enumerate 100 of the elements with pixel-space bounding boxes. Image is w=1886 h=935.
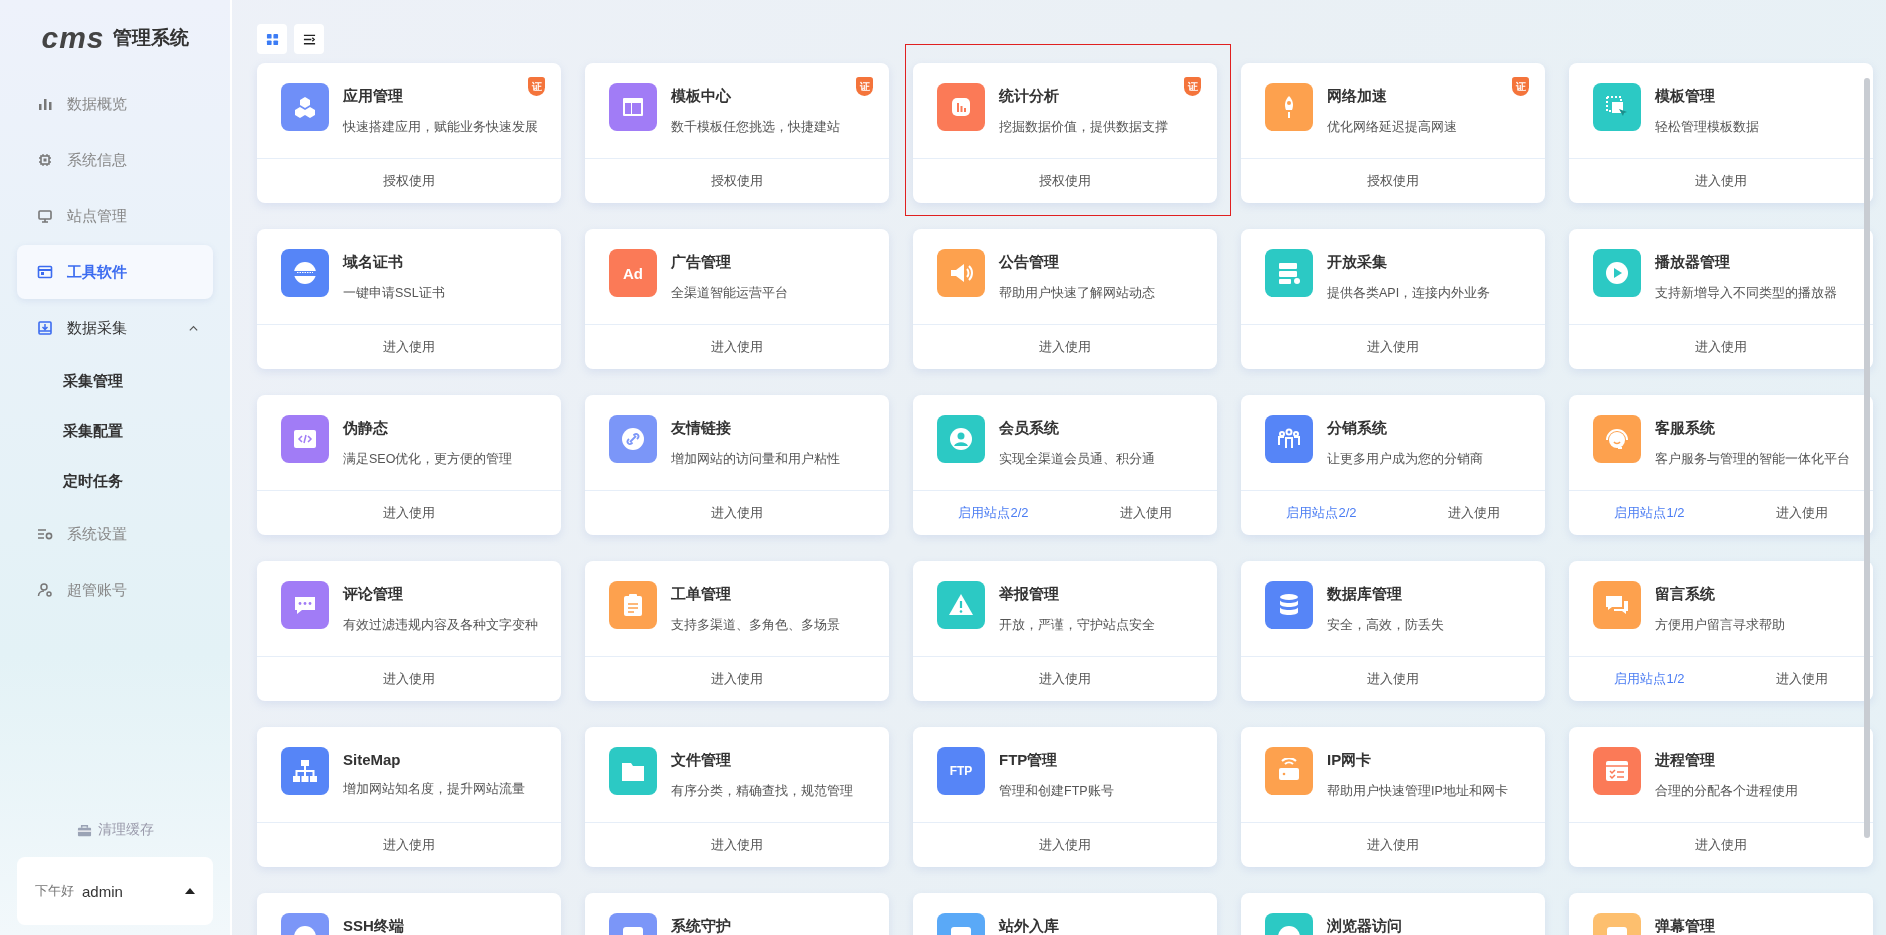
- card-title: 留言系统: [1655, 585, 1716, 604]
- use-link[interactable]: 进入使用: [1447, 504, 1500, 522]
- nav-subitem[interactable]: 定时任务: [17, 456, 213, 506]
- card-title: 统计分析: [999, 87, 1060, 106]
- use-link[interactable]: 进入使用: [711, 504, 763, 522]
- user-icon: [948, 426, 974, 452]
- card-title: 站外入库: [999, 917, 1059, 935]
- card-description: 帮助用户快速管理IP地址和网卡: [1327, 783, 1508, 800]
- scrollbar[interactable]: [1864, 78, 1870, 838]
- certified-badge: 证: [1184, 77, 1201, 96]
- grid-view-button[interactable]: [257, 24, 287, 54]
- nav-subitem[interactable]: 采集管理: [17, 356, 213, 406]
- card-description: 支持新增导入不同类型的播放器: [1655, 285, 1837, 302]
- use-link[interactable]: 进入使用: [1039, 670, 1091, 688]
- card-description: 快速搭建应用，赋能业务快速发展: [343, 119, 538, 136]
- card-description: 增加网站知名度，提升网站流量: [343, 781, 525, 798]
- card-title: 评论管理: [343, 585, 404, 604]
- toolbox-icon: [76, 822, 92, 838]
- use-link[interactable]: 进入使用: [1039, 836, 1091, 854]
- enabled-sites-link[interactable]: 启用站点2/2: [958, 504, 1029, 522]
- card-title: 系统守护: [671, 917, 731, 935]
- list-icon: [302, 32, 316, 46]
- greeting: 下午好: [35, 882, 74, 900]
- card-description: 帮助用户快速了解网站动态: [999, 285, 1155, 302]
- logo: cms: [41, 23, 105, 53]
- use-link[interactable]: 进入使用: [1367, 670, 1419, 688]
- nav-item[interactable]: 数据采集: [17, 300, 213, 356]
- card-title: 进程管理: [1655, 751, 1716, 770]
- use-link[interactable]: 授权使用: [383, 172, 435, 190]
- card-title: 数据库管理: [1327, 585, 1403, 604]
- use-link[interactable]: 进入使用: [1695, 836, 1747, 854]
- card-title: 播放器管理: [1655, 253, 1731, 272]
- use-link[interactable]: 进入使用: [1775, 670, 1828, 688]
- enabled-sites-link[interactable]: 启用站点1/2: [1614, 670, 1685, 688]
- download-box-icon: [37, 320, 53, 336]
- use-link[interactable]: 进入使用: [1039, 338, 1091, 356]
- card-title: SiteMap: [343, 751, 402, 768]
- app-icon: FTP: [937, 747, 985, 795]
- card-title: 分销系统: [1327, 419, 1388, 438]
- card-description: 合理的分配各个进程使用: [1655, 783, 1798, 800]
- list-view-button[interactable]: [294, 24, 324, 54]
- bar-chart-icon: [37, 96, 53, 112]
- card-title: 友情链接: [671, 419, 732, 438]
- certified-badge: 证: [528, 77, 545, 96]
- use-link[interactable]: 进入使用: [383, 670, 435, 688]
- use-link[interactable]: 进入使用: [711, 670, 763, 688]
- user-settings-icon: [37, 582, 53, 598]
- card-description: 全渠道智能运营平台: [671, 285, 788, 302]
- card-title: 工单管理: [671, 585, 732, 604]
- headset-icon: [1604, 426, 1630, 452]
- card-description: 有效过滤违规内容及各种文字变种: [343, 617, 538, 634]
- card-title: 举报管理: [999, 585, 1060, 604]
- use-link[interactable]: 进入使用: [1695, 338, 1747, 356]
- settings-icon: [37, 526, 53, 542]
- card-title: 模板管理: [1655, 87, 1716, 106]
- card-title: 伪静态: [343, 419, 389, 438]
- use-link[interactable]: 授权使用: [1039, 172, 1091, 190]
- enabled-sites-link[interactable]: 启用站点1/2: [1614, 504, 1685, 522]
- card-title: 文件管理: [671, 751, 732, 770]
- use-link[interactable]: 进入使用: [711, 338, 763, 356]
- window-icon: [37, 264, 53, 280]
- use-link[interactable]: 进入使用: [383, 504, 435, 522]
- use-link[interactable]: 进入使用: [383, 836, 435, 854]
- card-description: 安全，高效，防丢失: [1327, 617, 1444, 634]
- use-link[interactable]: 进入使用: [1695, 172, 1747, 190]
- card-title: 开放采集: [1327, 253, 1388, 272]
- card-title: 公告管理: [999, 253, 1060, 272]
- use-link[interactable]: 进入使用: [1367, 338, 1419, 356]
- use-link[interactable]: 授权使用: [1367, 172, 1419, 190]
- card-description: 实现全渠道会员通、积分通: [999, 451, 1155, 468]
- card-title: 应用管理: [343, 87, 404, 106]
- cubes-icon: [292, 94, 318, 120]
- use-link[interactable]: 进入使用: [1775, 504, 1828, 522]
- grid-icon: [265, 32, 279, 46]
- nav-item[interactable]: 工具软件: [17, 245, 213, 299]
- use-link[interactable]: 进入使用: [1119, 504, 1172, 522]
- use-link[interactable]: 进入使用: [383, 338, 435, 356]
- card-title: IP网卡: [1327, 751, 1373, 770]
- card-description: 优化网络延迟提高网速: [1327, 119, 1457, 136]
- card-description: 增加网站的访问量和用户粘性: [671, 451, 840, 468]
- card-title: 客服系统: [1655, 419, 1716, 438]
- card-description: 满足SEO优化，更方便的管理: [343, 451, 513, 468]
- card-description: 数千模板任您挑选，快捷建站: [671, 119, 840, 136]
- play-icon: [1604, 260, 1630, 286]
- app-title: 管理系统: [112, 26, 189, 50]
- card-description: 客户服务与管理的智能一体化平台: [1655, 451, 1850, 468]
- use-link[interactable]: 进入使用: [711, 836, 763, 854]
- warning-icon: [948, 592, 974, 618]
- use-link[interactable]: 授权使用: [711, 172, 763, 190]
- use-link[interactable]: 进入使用: [1367, 836, 1419, 854]
- nav-subitem[interactable]: 采集配置: [17, 406, 213, 456]
- user-menu[interactable]: 下午好 admin: [17, 857, 213, 925]
- caret-icon: [185, 888, 195, 894]
- server-icon: [1276, 260, 1302, 286]
- card-description: 支持多渠道、多角色、多场景: [671, 617, 840, 634]
- card-title: 模板中心: [671, 87, 732, 106]
- sitemap-icon: [292, 758, 318, 784]
- card-description: 方便用户留言寻求帮助: [1655, 617, 1785, 634]
- enabled-sites-link[interactable]: 启用站点2/2: [1286, 504, 1357, 522]
- card-description: 挖掘数据价值，提供数据支撑: [999, 119, 1168, 136]
